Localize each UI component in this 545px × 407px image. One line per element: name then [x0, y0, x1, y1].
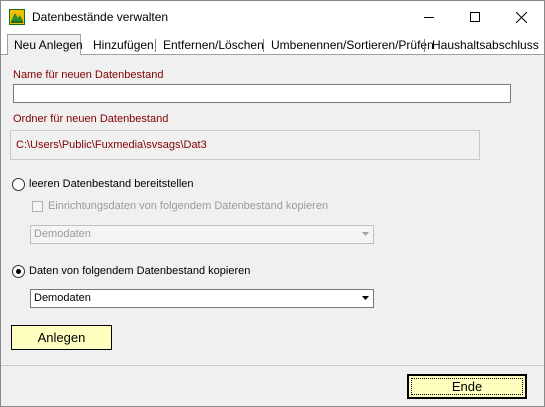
create-button[interactable]: Anlegen	[11, 325, 112, 350]
combo-setup-source[interactable]: Demodaten	[30, 225, 374, 244]
combo-copy-source[interactable]: Demodaten	[30, 289, 374, 308]
radio-copy-label[interactable]: Daten von folgendem Datenbestand kopiere…	[29, 265, 250, 277]
tab-hinzufuegen[interactable]: Hinzufügen	[93, 37, 154, 53]
radio-selected-dot	[16, 269, 21, 274]
title-bar: Datenbestände verwalten	[1, 1, 544, 34]
checkbox-copy-setup[interactable]	[32, 201, 43, 212]
chevron-down-icon	[362, 296, 369, 300]
tab-haushaltsabschluss[interactable]: Haushaltsabschluss	[432, 37, 539, 53]
radio-copy-datenbestand[interactable]	[12, 265, 25, 278]
end-button[interactable]: Ende	[407, 374, 527, 399]
radio-empty-datenbestand[interactable]	[12, 178, 25, 191]
close-icon	[515, 11, 527, 23]
fuxmedia-app-icon	[9, 9, 25, 25]
maximize-button[interactable]	[452, 1, 498, 33]
minimize-icon	[424, 17, 434, 18]
tab-umbenennen-sortieren-pruefen[interactable]: Umbenennen/Sortieren/Prüfen	[271, 37, 434, 53]
close-button[interactable]	[498, 1, 544, 33]
checkbox-copy-setup-label[interactable]: Einrichtungsdaten von folgendem Datenbes…	[48, 200, 328, 212]
footer-divider	[1, 365, 544, 366]
name-input[interactable]	[13, 84, 511, 103]
name-label: Name für neuen Datenbestand	[13, 69, 164, 81]
tab-separator	[155, 39, 156, 52]
combo-copy-value: Demodaten	[34, 292, 91, 304]
minimize-button[interactable]	[406, 1, 452, 33]
tab-entfernen-loeschen[interactable]: Entfernen/Löschen	[163, 37, 264, 53]
tab-separator	[263, 39, 264, 52]
combo-setup-value: Demodaten	[34, 228, 91, 240]
tab-separator	[424, 39, 425, 52]
window-title: Datenbestände verwalten	[32, 10, 169, 24]
folder-label: Ordner für neuen Datenbestand	[13, 113, 169, 125]
radio-empty-label[interactable]: leeren Datenbestand bereitstellen	[29, 178, 194, 190]
dialog-window: Datenbestände verwalten Neu Anlegen Hinz…	[0, 0, 545, 407]
chevron-down-icon	[362, 232, 369, 236]
tab-neu-anlegen[interactable]: Neu Anlegen	[14, 37, 83, 53]
folder-path-value: C:\Users\Public\Fuxmedia\svsags\Dat3	[16, 139, 207, 151]
maximize-icon	[470, 12, 480, 22]
